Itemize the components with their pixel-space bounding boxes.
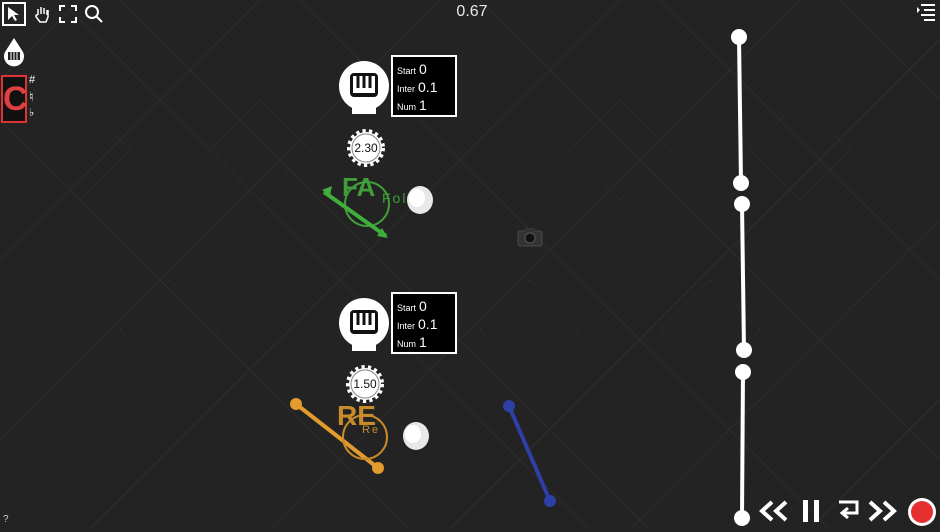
natural-button[interactable]: ♮ (29, 89, 34, 105)
piano-emitter-2[interactable] (338, 297, 390, 353)
time-display: 0.67 (456, 3, 488, 20)
help-button[interactable]: ? (3, 514, 9, 525)
arrow-cursor-icon (8, 7, 19, 21)
fast-forward-button[interactable] (866, 497, 900, 525)
pan-tool-button[interactable] (30, 2, 54, 26)
note-ball-icon (322, 181, 433, 238)
piano-emitter-1[interactable] (338, 60, 390, 116)
camera-button[interactable] (517, 227, 543, 247)
loop-button[interactable] (834, 497, 862, 525)
rewind-icon (759, 500, 788, 522)
gear-value: 2.30 (354, 141, 378, 155)
hand-icon (35, 7, 49, 23)
num-value[interactable]: 1 (419, 333, 427, 351)
fullscreen-icon (59, 5, 77, 23)
note-sublabel: Fol (382, 190, 408, 206)
speed-gear-1[interactable]: 2.30 (346, 128, 386, 168)
note-fa[interactable]: FA Fol (322, 172, 438, 240)
background-pattern (0, 0, 940, 529)
start-label: Start (397, 66, 417, 76)
white-lines[interactable] (728, 28, 758, 528)
fullscreen-tool-button[interactable] (56, 2, 80, 26)
camera-icon (517, 228, 543, 247)
menu-button[interactable] (914, 0, 938, 24)
note-re-sublabel: Re (362, 424, 381, 436)
start-value[interactable]: 0 (419, 297, 427, 315)
num-value[interactable]: 1 (419, 96, 427, 114)
note-label: FA (342, 172, 376, 202)
inter-value[interactable]: 0.1 (418, 78, 437, 96)
drop-piano-button[interactable] (1, 36, 27, 70)
flat-button[interactable]: ♭ (29, 106, 34, 119)
drop-piano-icon (4, 38, 24, 67)
note-letter: C (3, 80, 28, 118)
rewind-button[interactable] (756, 497, 790, 525)
emitter-settings-2[interactable]: Start 0 Inter 0.1 Num 1 (391, 292, 457, 354)
start-label: Start (397, 303, 417, 313)
blue-line[interactable] (500, 398, 560, 510)
sharp-button[interactable]: # (29, 74, 35, 86)
start-value[interactable]: 0 (419, 60, 427, 78)
num-label: Num (397, 102, 417, 112)
zoom-tool-button[interactable] (82, 2, 106, 26)
piano-icon (339, 298, 389, 351)
loop-icon (839, 500, 859, 520)
num-label: Num (397, 339, 417, 349)
magnifier-icon (85, 5, 103, 23)
inter-label: Inter (397, 321, 416, 331)
pause-icon (803, 500, 819, 522)
emitter-settings-1[interactable]: Start 0 Inter 0.1 Num 1 (391, 55, 457, 117)
pause-button[interactable] (798, 497, 824, 525)
record-button[interactable] (907, 497, 937, 527)
inter-value[interactable]: 0.1 (418, 315, 437, 333)
record-icon (908, 498, 936, 526)
inter-label: Inter (397, 84, 416, 94)
fast-forward-icon (868, 500, 897, 522)
piano-icon (339, 61, 389, 114)
note-selector[interactable]: C (1, 75, 28, 123)
select-tool-button[interactable] (2, 2, 26, 26)
menu-list-icon (917, 4, 935, 21)
